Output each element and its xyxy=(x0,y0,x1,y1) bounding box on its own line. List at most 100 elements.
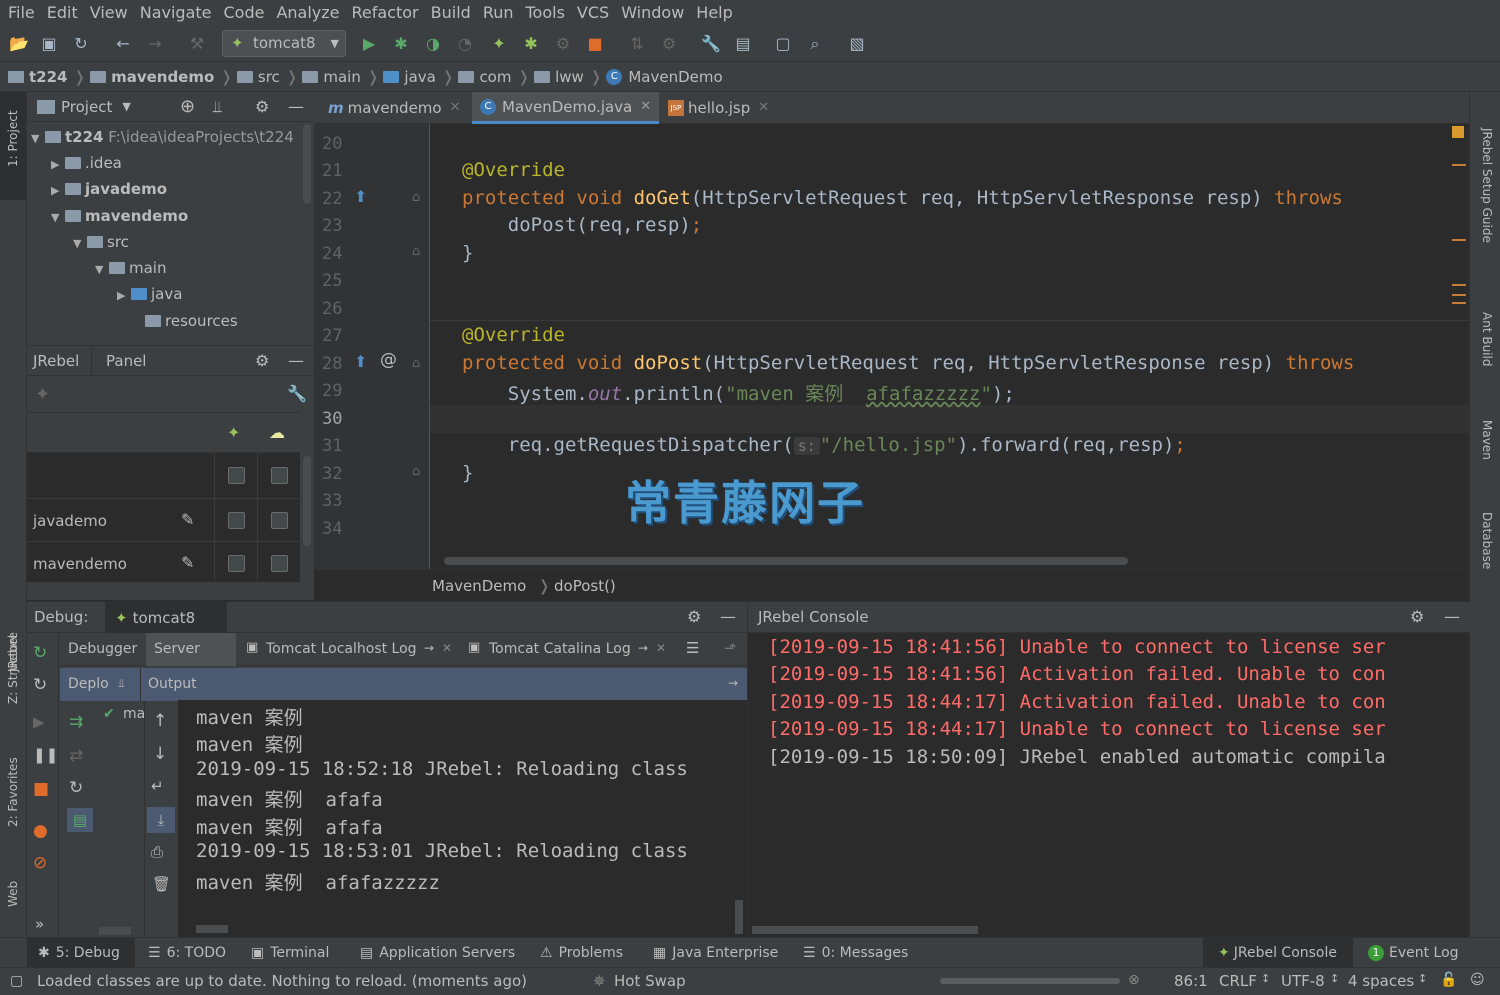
code-editor[interactable]: @Override protected void doGet(HttpServl… xyxy=(430,124,1469,569)
settings-wrench-icon[interactable]: 🔧 xyxy=(700,33,722,55)
coverage-icon[interactable]: ◑ xyxy=(422,33,444,55)
edit-pencil-icon[interactable]: ✎ xyxy=(181,553,194,572)
menu-tools[interactable]: Tools xyxy=(520,3,571,22)
gear-icon[interactable]: ⚙ xyxy=(255,97,269,116)
menu-vcs[interactable]: VCS xyxy=(571,3,615,22)
console-horizontal-scrollbar[interactable] xyxy=(752,926,978,934)
stripe-favorites[interactable]: 2: Favorites xyxy=(6,757,20,827)
bottom-tab-problems[interactable]: ⚠ Problems xyxy=(540,938,623,968)
checkbox[interactable] xyxy=(271,467,288,484)
edit-pencil-icon[interactable]: ✎ xyxy=(181,510,194,529)
annotation-marker-icon[interactable]: @ xyxy=(380,350,397,370)
lock-icon[interactable]: 🔓 xyxy=(1440,972,1457,988)
scroll-to-end-icon[interactable]: ⤓ xyxy=(147,807,175,833)
deployment-options-icon[interactable]: ⫫ xyxy=(118,676,125,691)
breadcrumb-main[interactable]: main ❭ xyxy=(302,68,379,86)
tab-tomcat-catalina-log[interactable]: Tomcat Catalina Log xyxy=(489,641,631,657)
checkbox[interactable] xyxy=(271,512,288,529)
tab-mavendemo-java[interactable]: C MavenDemo.java ✕ xyxy=(472,92,660,124)
bottom-tab-event-log[interactable]: 1 Event Log xyxy=(1368,938,1459,968)
back-icon[interactable]: ← xyxy=(112,33,134,55)
close-icon[interactable]: ✕ xyxy=(442,641,452,655)
output-horizontal-scrollbar[interactable] xyxy=(196,925,228,933)
open-folder-icon[interactable]: 📂 xyxy=(8,33,30,55)
menu-refactor[interactable]: Refactor xyxy=(346,3,425,22)
menu-code[interactable]: Code xyxy=(218,3,271,22)
hot-swap-label[interactable]: Hot Swap xyxy=(614,972,686,990)
view-breakpoints-icon[interactable]: ● xyxy=(33,821,48,841)
tab-mavendemo[interactable]: m mavendemo ✕ xyxy=(320,92,469,123)
run-config-select[interactable]: ✦ tomcat8 ▼ xyxy=(222,30,346,57)
tab-panel[interactable]: Panel xyxy=(106,352,146,370)
plugin-icon[interactable]: ▧ xyxy=(846,33,868,55)
chevron-down-icon[interactable]: ▼ xyxy=(122,100,130,113)
window-icon[interactable]: ▢ xyxy=(772,33,794,55)
debug-icon[interactable]: ✱ xyxy=(390,33,412,55)
debug-session-tab[interactable]: ✦ tomcat8 xyxy=(105,602,227,633)
sync-icon[interactable]: ↻ xyxy=(70,33,92,55)
stripe-database[interactable]: Database xyxy=(1480,512,1494,569)
override-marker-icon[interactable]: ⬆ xyxy=(354,352,367,371)
breadcrumb-java[interactable]: java ❭ xyxy=(383,68,454,86)
crumb-class[interactable]: MavenDemo xyxy=(432,577,526,595)
build-hammer-icon[interactable]: ⚒ xyxy=(186,33,208,55)
checkbox[interactable] xyxy=(271,555,288,572)
indent-setting[interactable]: 4 spaces xyxy=(1348,972,1414,990)
minimize-icon[interactable]: — xyxy=(288,97,304,116)
stripe-project[interactable]: 1: Project xyxy=(6,110,20,167)
tree-item-resources[interactable]: resources xyxy=(131,312,238,330)
bottom-tab-application-servers[interactable]: ▤ Application Servers xyxy=(360,938,515,968)
soft-wrap-icon[interactable]: ↵ xyxy=(151,777,164,795)
menu-edit[interactable]: Edit xyxy=(41,3,84,22)
breadcrumb-lww[interactable]: lww ❭ xyxy=(534,68,602,86)
scroll-down-icon[interactable]: ↓ xyxy=(153,744,167,764)
bottom-tab-terminal[interactable]: ▣ Terminal xyxy=(251,938,329,968)
deploy-item-label[interactable]: ma xyxy=(123,706,145,722)
output-vertical-scrollbar[interactable] xyxy=(735,900,743,934)
project-scrollbar[interactable] xyxy=(303,124,311,204)
tab-tomcat-localhost-log[interactable]: Tomcat Localhost Log xyxy=(266,641,417,657)
attach-icon[interactable]: ⚙ xyxy=(552,33,574,55)
project-structure-icon[interactable]: ▤ xyxy=(732,33,754,55)
jrebel-run-icon[interactable]: ✦ xyxy=(488,33,510,55)
update-icon[interactable]: ⇅ xyxy=(626,33,648,55)
stripe-jrebel-setup-guide[interactable]: JRebel Setup Guide xyxy=(1480,128,1494,243)
bottom-tab-java-enterprise[interactable]: ▦ Java Enterprise xyxy=(653,938,778,968)
inspector-face-icon[interactable]: ☺ xyxy=(1470,972,1485,988)
override-marker-icon[interactable]: ⬆ xyxy=(354,187,367,206)
breadcrumb-src[interactable]: src ❭ xyxy=(236,68,298,86)
bottom-tab-messages[interactable]: ☰ 0: Messages xyxy=(803,938,908,968)
tab-jrebel[interactable]: JRebel xyxy=(33,352,79,370)
close-icon[interactable]: ✕ xyxy=(640,99,651,114)
tab-hello-jsp[interactable]: JSP hello.jsp ✕ xyxy=(660,92,777,123)
deploy-all-icon[interactable]: ⇄ xyxy=(69,746,83,766)
bottom-tab-debug[interactable]: ✱ 5: Debug xyxy=(38,938,120,968)
pause-icon[interactable]: ❚❚ xyxy=(33,746,58,764)
breadcrumb-mavendemo-class[interactable]: C MavenDemo xyxy=(606,68,723,86)
tool-windows-icon[interactable]: ▢ xyxy=(10,973,23,989)
clear-trash-icon[interactable]: 🗑 xyxy=(152,875,171,893)
menu-help[interactable]: Help xyxy=(690,3,738,22)
menu-navigate[interactable]: Navigate xyxy=(134,3,218,22)
checkbox[interactable] xyxy=(228,555,245,572)
breadcrumb-t224[interactable]: t224 ❭ xyxy=(8,68,86,86)
menu-analyze[interactable]: Analyze xyxy=(270,3,345,22)
tab-debugger[interactable]: Debugger xyxy=(68,641,137,657)
deploy-scrollbar[interactable] xyxy=(99,927,131,935)
tree-item-main[interactable]: ▼ main xyxy=(95,259,166,277)
stop-icon[interactable]: ■ xyxy=(33,779,49,799)
breadcrumb-com[interactable]: com ❭ xyxy=(458,68,530,86)
tree-item-t224[interactable]: ▼ t224 F:\idea\ideaProjects\t224 xyxy=(31,128,294,146)
stripe-structure[interactable]: Z: Structure xyxy=(6,632,20,704)
deploy-update-icon[interactable]: ⇉ xyxy=(69,712,83,732)
print-icon[interactable]: ⎙ xyxy=(151,843,163,861)
resume-icon[interactable]: ▶ xyxy=(33,713,45,731)
fold-icon[interactable]: ⌂ xyxy=(412,244,420,259)
collapse-icon[interactable]: ⫫ xyxy=(213,97,222,117)
redeploy-icon[interactable]: ↻ xyxy=(69,778,83,798)
deploy-artifact-icon[interactable]: ▤ xyxy=(67,808,93,832)
fold-icon[interactable]: ⌂ xyxy=(412,464,420,479)
forward-icon[interactable]: → xyxy=(144,33,166,55)
restore-layout-icon[interactable]: ⬏ xyxy=(724,639,737,657)
jrebel-scrollbar[interactable] xyxy=(303,456,311,546)
